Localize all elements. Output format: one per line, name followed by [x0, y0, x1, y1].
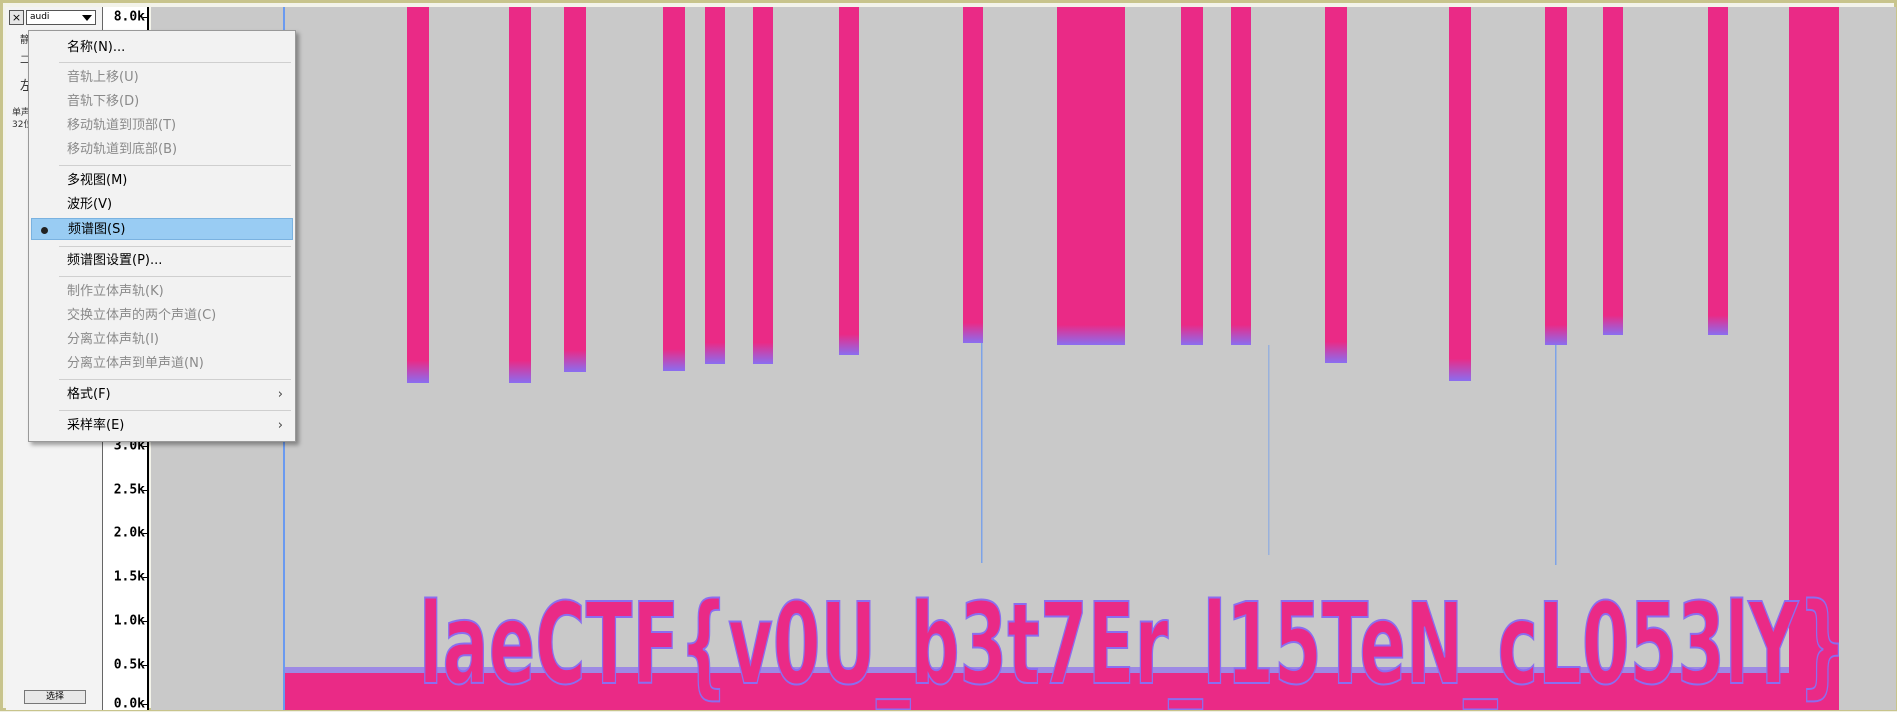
tone-bar: [407, 7, 429, 383]
leak-line: [1268, 345, 1270, 555]
radio-bullet-icon: [41, 227, 48, 234]
menu-item-move-down[interactable]: 音轨下移(D): [31, 91, 293, 113]
tone-bar: [963, 7, 983, 343]
leak-line: [981, 343, 983, 563]
menu-item-move-bottom[interactable]: 移动轨道到底部(B): [31, 139, 293, 161]
tone-bar: [1231, 7, 1251, 345]
menu-item-label: 名称(N)...: [67, 40, 126, 55]
menu-item-waveform[interactable]: 波形(V): [31, 194, 293, 216]
track-context-menu: 名称(N)... 音轨上移(U) 音轨下移(D) 移动轨道到顶部(T) 移动轨道…: [28, 30, 296, 442]
menu-separator: [59, 165, 291, 166]
menu-separator: [59, 276, 291, 277]
menu-item-split-mono[interactable]: 分离立体声到单声道(N): [31, 353, 293, 375]
dropdown-arrow-icon: [82, 15, 92, 21]
menu-item-label: 波形(V): [67, 197, 113, 212]
menu-item-spectrogram-settings[interactable]: 频谱图设置(P)...: [31, 250, 293, 272]
menu-item-rename[interactable]: 名称(N)...: [31, 37, 293, 59]
tick-label: 2.0k: [113, 525, 145, 541]
menu-item-label: 频谱图(S): [68, 222, 126, 237]
spectrogram-canvas: laeCTF{v0U_b3t7Er_l15TeN_cL053lY}: [283, 7, 1848, 710]
menu-item-label: 制作立体声轨(K): [67, 284, 164, 299]
menu-item-label: 分离立体声轨(I): [67, 332, 159, 347]
tick-label: 0.0k: [113, 696, 145, 712]
tone-bar: [1545, 7, 1567, 345]
tone-bar: [839, 7, 859, 355]
menu-item-label: 移动轨道到顶部(T): [67, 118, 177, 133]
tone-bar: [705, 7, 725, 364]
menu-item-label: 音轨上移(U): [67, 70, 139, 85]
menu-item-label: 移动轨道到底部(B): [67, 142, 178, 157]
tick-label: 1.5k: [113, 569, 145, 585]
menu-item-move-up[interactable]: 音轨上移(U): [31, 67, 293, 89]
menu-item-spectrogram[interactable]: 频谱图(S): [31, 218, 293, 240]
tick-label: 8.0k: [113, 9, 145, 25]
menu-item-make-stereo[interactable]: 制作立体声轨(K): [31, 281, 293, 303]
menu-item-label: 多视图(M): [67, 173, 128, 188]
menu-item-label: 交换立体声的两个声道(C): [67, 308, 217, 323]
menu-item-label: 采样率(E): [67, 418, 125, 433]
menu-item-format[interactable]: 格式(F) ›: [31, 384, 293, 406]
menu-item-label: 音轨下移(D): [67, 94, 140, 109]
spectrogram-view[interactable]: laeCTF{v0U_b3t7Er_l15TeN_cL053lY}: [151, 7, 1896, 710]
menu-separator: [59, 246, 291, 247]
spectrogram-hidden-text: laeCTF{v0U_b3t7Er_l15TeN_cL053lY}: [419, 580, 1847, 710]
tone-bar: [1708, 7, 1728, 335]
leak-line: [1555, 345, 1557, 565]
menu-separator: [59, 379, 291, 380]
tick-label: 2.5k: [113, 482, 145, 498]
menu-item-label: 频谱图设置(P)...: [67, 253, 163, 268]
menu-separator: [59, 62, 291, 63]
menu-item-label: 分离立体声到单声道(N): [67, 356, 204, 371]
menu-item-split-stereo[interactable]: 分离立体声轨(I): [31, 329, 293, 351]
tone-bar: [509, 7, 531, 383]
tone-bar: [564, 7, 586, 372]
tone-bar-wide: [1057, 7, 1125, 345]
tone-bar: [1603, 7, 1623, 335]
track-name-label: audi: [30, 12, 50, 22]
menu-item-sample-rate[interactable]: 采样率(E) ›: [31, 415, 293, 437]
menu-separator: [59, 410, 291, 411]
menu-item-multi-view[interactable]: 多视图(M): [31, 170, 293, 192]
menu-item-label: 格式(F): [67, 387, 111, 402]
submenu-chevron-icon: ›: [277, 387, 283, 402]
tick-label: 0.5k: [113, 657, 145, 673]
close-track-icon[interactable]: ×: [9, 10, 24, 25]
tone-bar: [1449, 7, 1471, 381]
tone-bar: [1181, 7, 1203, 345]
app-window: × audi 静 二 左 单声 32位 选择 8.0k 3.0k 2.5k 2.…: [0, 0, 1897, 712]
track-name-dropdown[interactable]: audi: [26, 10, 96, 25]
menu-item-move-top[interactable]: 移动轨道到顶部(T): [31, 115, 293, 137]
menu-item-swap-channels[interactable]: 交换立体声的两个声道(C): [31, 305, 293, 327]
tone-bar: [663, 7, 685, 371]
tone-bar: [1325, 7, 1347, 363]
select-button[interactable]: 选择: [24, 690, 86, 704]
tone-bar: [753, 7, 773, 364]
tick-label: 1.0k: [113, 613, 145, 629]
submenu-chevron-icon: ›: [277, 418, 283, 433]
